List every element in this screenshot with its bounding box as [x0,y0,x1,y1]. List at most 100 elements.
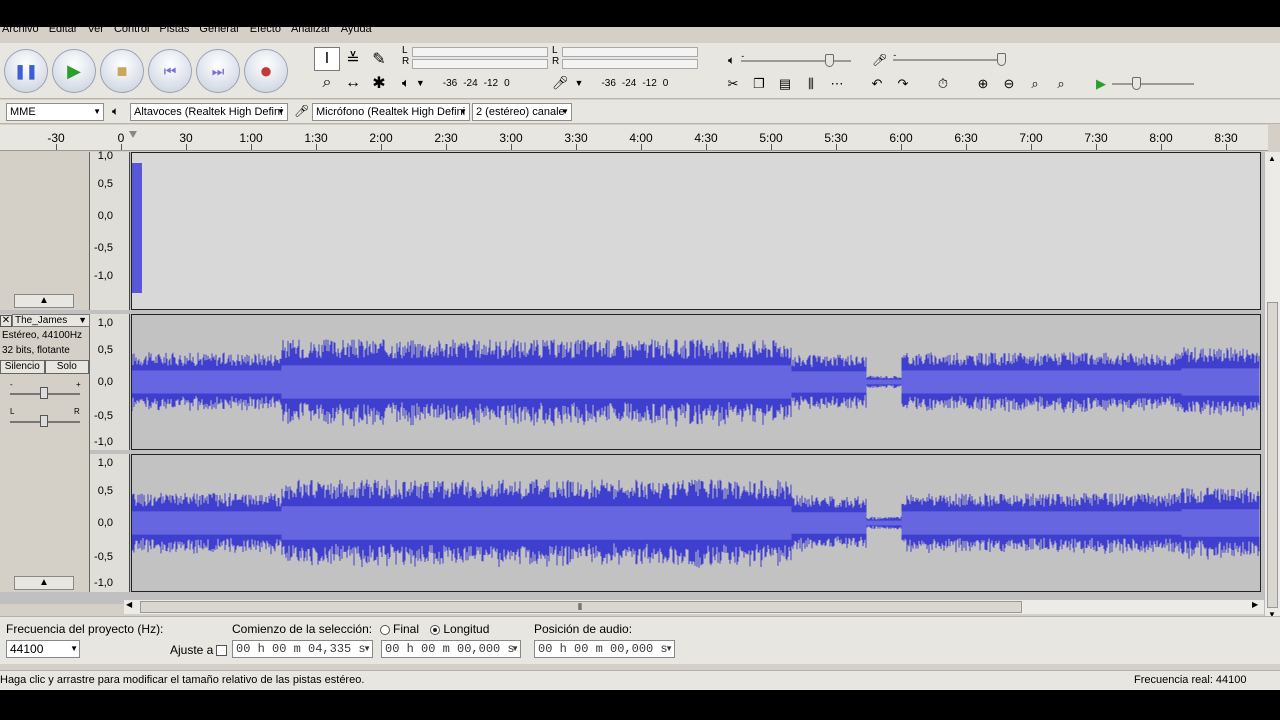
silence-icon[interactable]: ⋯ [826,73,848,95]
cut-icon[interactable]: ✂ [722,73,744,95]
video-letterbox-top [0,0,1280,27]
gain-slider[interactable] [10,387,80,399]
selection-tool-icon[interactable]: I [314,47,340,71]
fit-project-icon[interactable]: ⌕ [1050,73,1072,95]
pan-slider[interactable] [10,415,80,427]
ruler-tick [966,144,967,150]
output-volume-slider[interactable]: - [741,51,852,67]
pause-button[interactable]: ❚❚ [4,49,48,93]
menu-editar[interactable]: Editar [49,27,78,37]
slider-thumb[interactable] [40,387,48,399]
fit-selection-icon[interactable]: ⌕ [1024,73,1046,95]
menu-pistas[interactable]: Pistas [159,27,189,37]
slider-thumb[interactable] [1132,77,1141,90]
menu-archivo[interactable]: Archivo [2,27,39,37]
play-speed-slider[interactable] [1112,77,1194,90]
ruler-label: -30 [47,131,65,145]
input-channels-select[interactable]: 2 (estéreo) canale ▼ [472,103,572,121]
input-device-select[interactable]: Micrófono (Realtek High Defini ▼ [312,103,470,121]
skip-start-button[interactable]: ⏮ [148,49,192,93]
menu-ver[interactable]: Ver [87,27,104,37]
waveform-left-channel[interactable] [131,314,1261,450]
speaker-icon: 🔈︎ [112,104,120,118]
vertical-scrollbar[interactable]: ▲ ▼ [1264,152,1280,624]
play-at-speed-icon[interactable]: ▶ [1090,73,1112,95]
ruler-tick [901,144,902,150]
timeshift-tool-icon[interactable]: ↔ [340,71,366,95]
snap-to-checkbox[interactable] [216,645,228,657]
dropdown-arrow-icon[interactable]: ▼ [416,78,425,88]
mute-button[interactable]: Silencio [0,360,45,374]
ruler-tick [1161,144,1162,150]
copy-icon[interactable]: ❐ [748,73,770,95]
scroll-right-icon[interactable]: ▶ [1252,600,1258,609]
paste-icon[interactable]: ▤ [774,73,796,95]
microphone-icon[interactable]: 🎤︎ [552,75,569,91]
solo-button[interactable]: Solo [44,360,89,374]
collapse-track-button[interactable]: ▲ [14,576,74,590]
record-button[interactable]: ● [244,49,288,93]
stop-button[interactable]: ■ [100,49,144,93]
menu-generar[interactable]: Generar [199,27,239,37]
main-toolbar: ❚❚ ▶ ■ ⏮ ⏭ ● I ≚ ✎ ⌕ ↔ ✱ LR 🔈︎ ▼ -36 -24… [0,43,1280,99]
meter-tick: 0 [662,77,669,89]
ruler-label: 30 [179,131,193,145]
speaker-icon[interactable]: 🔈︎ [402,75,410,91]
slider-thumb[interactable] [997,53,1007,66]
menu-control[interactable]: Control [114,27,149,37]
project-rate-select[interactable]: 44100 ▼ [6,640,80,658]
scroll-left-icon[interactable]: ◀ [126,600,132,609]
waveform-right-svg [132,479,1260,568]
audio-position-label: Posición de audio: [534,622,633,636]
ruler-label: 2:00 [369,131,393,145]
redo-icon[interactable]: ↷ [892,73,914,95]
envelope-tool-icon[interactable]: ≚ [340,47,366,71]
scrollbar-thumb[interactable]: ⦀ [140,601,1022,613]
collapse-track-button[interactable]: ▲ [14,294,74,308]
scroll-up-icon[interactable]: ▲ [1268,154,1276,163]
playhead-marker-icon[interactable] [129,131,137,138]
ruler-tick [251,144,252,150]
ruler-label: 8:30 [1214,131,1238,145]
meter-tick: -12 [642,77,657,89]
waveform-previous-svg [132,163,142,293]
selection-length-field[interactable]: 00 h 00 m 00,000 s ▼ [381,640,521,658]
dropdown-arrow-icon[interactable]: ▼ [575,78,584,88]
output-device-select[interactable]: Altavoces (Realtek High Defini ▼ [130,103,288,121]
menu-ayuda[interactable]: Ayuda [341,27,372,37]
horizontal-scrollbar[interactable]: ◀ ⦀ ▶ [124,600,1264,614]
slider-thumb[interactable] [825,53,835,67]
audio-host-select[interactable]: MME ▼ [6,103,104,121]
play-button[interactable]: ▶ [52,49,96,93]
length-radio[interactable] [430,624,441,635]
track-header: ✕ The_James ▼ [0,314,90,327]
timeline-ruler[interactable]: -30 0 30 1:00 1:30 2:00 2:30 3:00 3:30 4:00 4:30 5:… [0,125,1268,151]
zoom-tool-icon[interactable]: ⌕ [314,71,340,95]
input-volume-slider[interactable]: - [893,50,1007,66]
draw-tool-icon[interactable]: ✎ [366,47,392,71]
dropdown-arrow-icon: ▼ [459,107,467,116]
trim-icon[interactable]: ⫼ [800,73,822,95]
close-track-icon[interactable]: ✕ [0,314,12,327]
menu-efecto[interactable]: Efecto [250,27,281,37]
zoom-out-icon[interactable]: ⊖ [998,73,1020,95]
multi-tool-icon[interactable]: ✱ [366,71,392,95]
vertical-scale-right: 1,0 0,5 0,0 -0,5 -1,0 [90,454,130,592]
skip-end-button[interactable]: ⏭ [196,49,240,93]
track-name-menu[interactable]: The_James ▼ [12,314,90,327]
scrollbar-thumb[interactable] [1267,302,1278,608]
zoom-in-icon[interactable]: ⊕ [972,73,994,95]
status-message: Haga clic y arrastre para modificar el t… [0,674,365,686]
waveform-previous-track[interactable] [131,152,1261,310]
end-length-toggle: Final Longitud [380,622,489,636]
play-speed-control [1112,77,1194,90]
meter-bar-left [562,47,698,57]
waveform-right-channel[interactable] [131,454,1261,592]
audio-position-field[interactable]: 00 h 00 m 00,000 s ▼ [534,640,675,658]
selection-start-field[interactable]: 00 h 00 m 04,335 s ▼ [232,640,373,658]
menu-analizar[interactable]: Analizar [291,27,331,37]
undo-icon[interactable]: ↶ [866,73,888,95]
sync-lock-icon[interactable]: ⏱ [932,73,954,95]
slider-thumb[interactable] [40,415,48,427]
end-radio[interactable] [380,624,390,635]
